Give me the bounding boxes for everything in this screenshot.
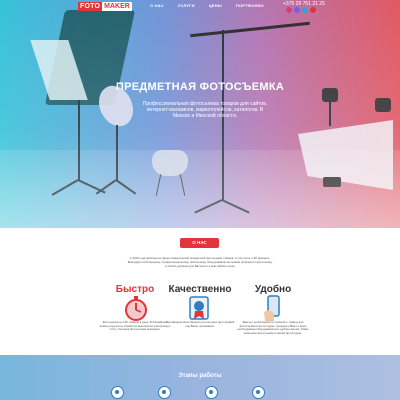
stage-step-icon [205,386,218,399]
feature-text-fast: Фотосъемка до 100 товаров в день. В ближ… [99,320,171,332]
about-button[interactable]: О НАС [180,238,219,248]
main-nav: О НАС УСЛУГИ ЦЕНЫ ПОРТФОЛИО [150,3,264,8]
about-text: С 2015 года работаем в сфере коммерческо… [127,256,273,268]
logo-maker: MAKER [102,2,132,11]
logo-foto: FOTO [78,2,103,11]
viber-icon[interactable] [294,7,300,13]
nav-item-about[interactable]: О НАС [150,3,164,8]
nav-item-portfolio[interactable]: ПОРТФОЛИО [236,3,264,8]
telegram-icon[interactable] [302,7,308,13]
stages-title: Этапы работы [178,373,222,379]
feature-text-quality: Производим качественную ретушь всех фото… [165,320,235,328]
feature-text-convenient: Вам нет необходимости привозить товары д… [237,320,309,335]
stage-step-icon [252,386,265,399]
phone-hand-icon [264,295,280,321]
hero-title: ПРЕДМЕТНАЯ ФОТОСЪЕМКА [115,81,285,93]
page: FOTO MAKER О НАС УСЛУГИ ЦЕНЫ ПОРТФОЛИО +… [0,0,400,400]
stopwatch-icon [125,296,147,321]
stage-step-icon [158,386,171,399]
email-icon[interactable] [310,7,316,13]
nav-item-prices[interactable]: ЦЕНЫ [209,3,222,8]
hero-description: Профессиональная фотосъемка товаров для … [142,101,268,119]
social-links [286,7,316,13]
stage-step-icon [111,386,124,399]
hero-section: FOTO MAKER О НАС УСЛУГИ ЦЕНЫ ПОРТФОЛИО +… [0,0,400,228]
instagram-icon[interactable] [286,7,292,13]
quality-badge-icon [189,296,209,320]
nav-item-services[interactable]: УСЛУГИ [178,3,195,8]
logo[interactable]: FOTO MAKER [78,1,132,12]
